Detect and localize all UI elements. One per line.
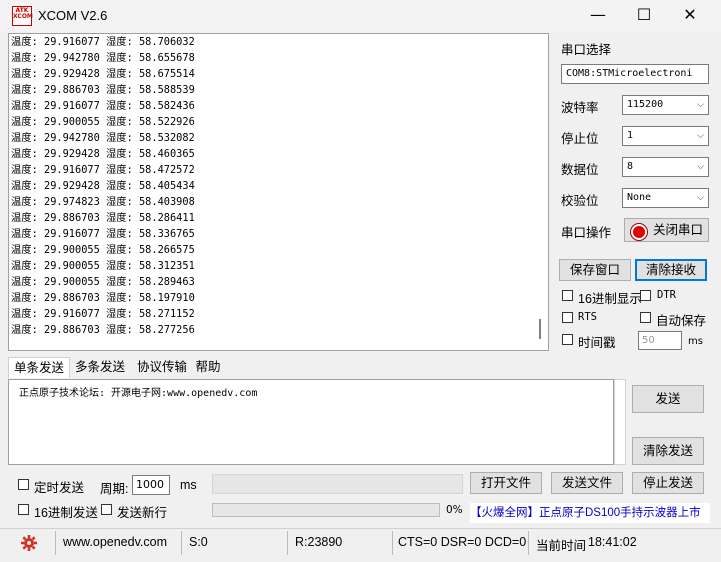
scrollbar-thumb[interactable] [539,319,541,339]
receive-line: 温度: 29.916077 湿度: 58.582436 [11,100,195,112]
period-input[interactable]: 1000 [132,475,170,495]
receive-line: 温度: 29.974823 湿度: 58.403908 [11,196,195,208]
rts-label: RTS [578,311,597,323]
send-text-area[interactable]: 正点原子技术论坛: 开源电子网:www.openedv.com [8,379,614,465]
parity-value: None [627,192,652,203]
timed-send-label: 定时发送 [34,481,85,495]
parity-label: 校验位 [561,194,599,208]
open-file-button[interactable]: 打开文件 [470,472,542,494]
receive-text-area[interactable]: 温度: 29.916077 湿度: 58.706032 温度: 29.942780… [8,33,549,351]
close-button[interactable]: ✕ [667,0,713,32]
send-button[interactable]: 发送 [632,385,704,413]
close-port-button[interactable]: 关闭串口 [624,218,709,242]
stop-bits-value: 1 [627,130,634,141]
stop-bits-label: 停止位 [561,132,599,146]
hex-display-label: 16进制显示 [578,292,642,306]
tab-protocol[interactable]: 协议传输 [132,357,192,377]
status-bar: www.openedv.com S:0 R:23890 CTS=0 DSR=0 … [0,528,721,559]
receive-line: 温度: 29.886703 湿度: 58.286411 [11,212,195,224]
port-operation-label: 串口操作 [561,226,612,240]
timed-send-checkbox[interactable] [18,479,29,490]
title-bar: ATK XCOM XCOM V2.6 — ☐ ✕ [0,0,721,32]
port-select-label: 串口选择 [561,43,612,57]
dtr-label: DTR [657,289,676,301]
maximize-button[interactable]: ☐ [621,0,667,32]
chevron-down-icon: ⌵ [697,100,704,110]
send-progress-bar [212,503,440,517]
auto-save-label: 自动保存 [656,314,707,328]
send-newline-checkbox[interactable] [101,504,112,515]
website-link[interactable]: www.openedv.com [63,535,167,549]
receive-line: 温度: 29.916077 湿度: 58.271152 [11,308,195,320]
stop-bits-select[interactable]: 1 ⌵ [622,126,709,146]
file-path-field[interactable] [212,474,463,494]
baud-select-value: 115200 [627,99,664,110]
progress-percent: 0% [446,504,463,516]
data-bits-label: 数据位 [561,163,599,177]
port-select-value: COM8:STMicroelectroni [566,68,693,79]
receive-line: 温度: 29.942780 湿度: 58.655678 [11,52,195,64]
receive-line: 温度: 29.900055 湿度: 58.289463 [11,276,195,288]
chevron-down-icon: ⌵ [697,131,704,141]
receive-line: 温度: 29.886703 湿度: 58.277256 [11,324,195,336]
save-window-button[interactable]: 保存窗口 [559,259,631,281]
receive-line: 温度: 29.929428 湿度: 58.460365 [11,148,195,160]
chevron-down-icon: ⌵ [697,193,704,203]
settings-gear-icon[interactable] [20,534,38,552]
hex-display-checkbox[interactable] [562,290,573,301]
data-bits-select[interactable]: 8 ⌵ [622,157,709,177]
sent-count: S:0 [189,535,208,549]
baud-label: 波特率 [561,101,599,115]
parity-select[interactable]: None ⌵ [622,188,709,208]
timestamp-label: 时间戳 [578,336,616,350]
receive-line: 温度: 29.900055 湿度: 58.312351 [11,260,195,272]
close-port-label: 关闭串口 [653,223,704,237]
received-count: R:23890 [295,535,343,549]
receive-line: 温度: 29.900055 湿度: 58.522926 [11,116,195,128]
receive-line: 温度: 29.886703 湿度: 58.588539 [11,84,195,96]
window-title: XCOM V2.6 [38,8,108,23]
hex-send-checkbox[interactable] [18,504,29,515]
send-file-button[interactable]: 发送文件 [551,472,623,494]
receive-line: 温度: 29.916077 湿度: 58.336765 [11,228,195,240]
minimize-button[interactable]: — [575,0,621,32]
tab-help[interactable]: 帮助 [192,357,224,377]
port-select[interactable]: COM8:STMicroelectroni [561,64,709,84]
period-label: 周期: [100,482,129,496]
dtr-checkbox[interactable] [640,290,651,301]
send-scrollbar[interactable] [614,379,626,465]
timestamp-input[interactable]: 50 [638,331,682,350]
signal-status: CTS=0 DSR=0 DCD=0 [398,535,527,549]
receive-lines: 温度: 29.916077 湿度: 58.706032 温度: 29.942780… [9,34,548,338]
receive-line: 温度: 29.929428 湿度: 58.405434 [11,180,195,192]
data-bits-value: 8 [627,161,634,172]
clear-receive-button[interactable]: 清除接收 [635,259,707,281]
current-time: 18:41:02 [588,535,637,549]
receive-line: 温度: 29.900055 湿度: 58.266575 [11,244,195,256]
current-time-label: 当前时间 [536,539,587,553]
baud-select[interactable]: 115200 ⌵ [622,95,709,115]
stop-send-button[interactable]: 停止发送 [632,472,704,494]
receive-line: 温度: 29.916077 湿度: 58.472572 [11,164,195,176]
send-newline-label: 发送新行 [117,506,168,520]
receive-line: 温度: 29.916077 湿度: 58.706032 [11,36,195,48]
timestamp-unit: ms [688,336,703,347]
hex-send-label: 16进制发送 [34,506,98,520]
ad-link[interactable]: 【火爆全网】正点原子DS100手持示波器上市 [470,503,710,523]
period-unit: ms [180,478,197,492]
receive-scrollbar[interactable] [534,34,548,350]
clear-send-button[interactable]: 清除发送 [632,437,704,465]
tab-single-send[interactable]: 单条发送 [8,357,70,378]
chevron-down-icon: ⌵ [697,162,704,172]
timestamp-checkbox[interactable] [562,334,573,345]
receive-line: 温度: 29.886703 湿度: 58.197910 [11,292,195,304]
tab-multi-send[interactable]: 多条发送 [70,357,130,377]
receive-line: 温度: 29.929428 湿度: 58.675514 [11,68,195,80]
send-text: 正点原子技术论坛: 开源电子网:www.openedv.com [19,388,258,399]
receive-line: 温度: 29.942780 湿度: 58.532082 [11,132,195,144]
port-status-led-icon [631,224,647,240]
app-logo-icon: ATK XCOM [12,6,33,26]
rts-checkbox[interactable] [562,312,573,323]
auto-save-checkbox[interactable] [640,312,651,323]
